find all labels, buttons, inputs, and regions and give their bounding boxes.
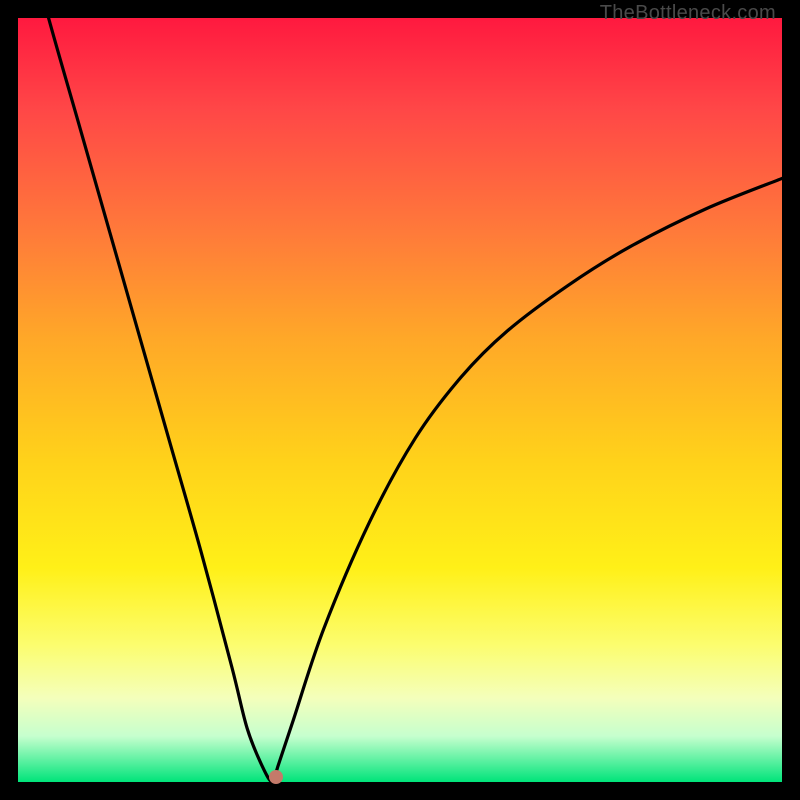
optimal-point-marker	[269, 770, 283, 784]
watermark-text: TheBottleneck.com	[600, 2, 776, 25]
bottleneck-curve	[18, 18, 782, 782]
